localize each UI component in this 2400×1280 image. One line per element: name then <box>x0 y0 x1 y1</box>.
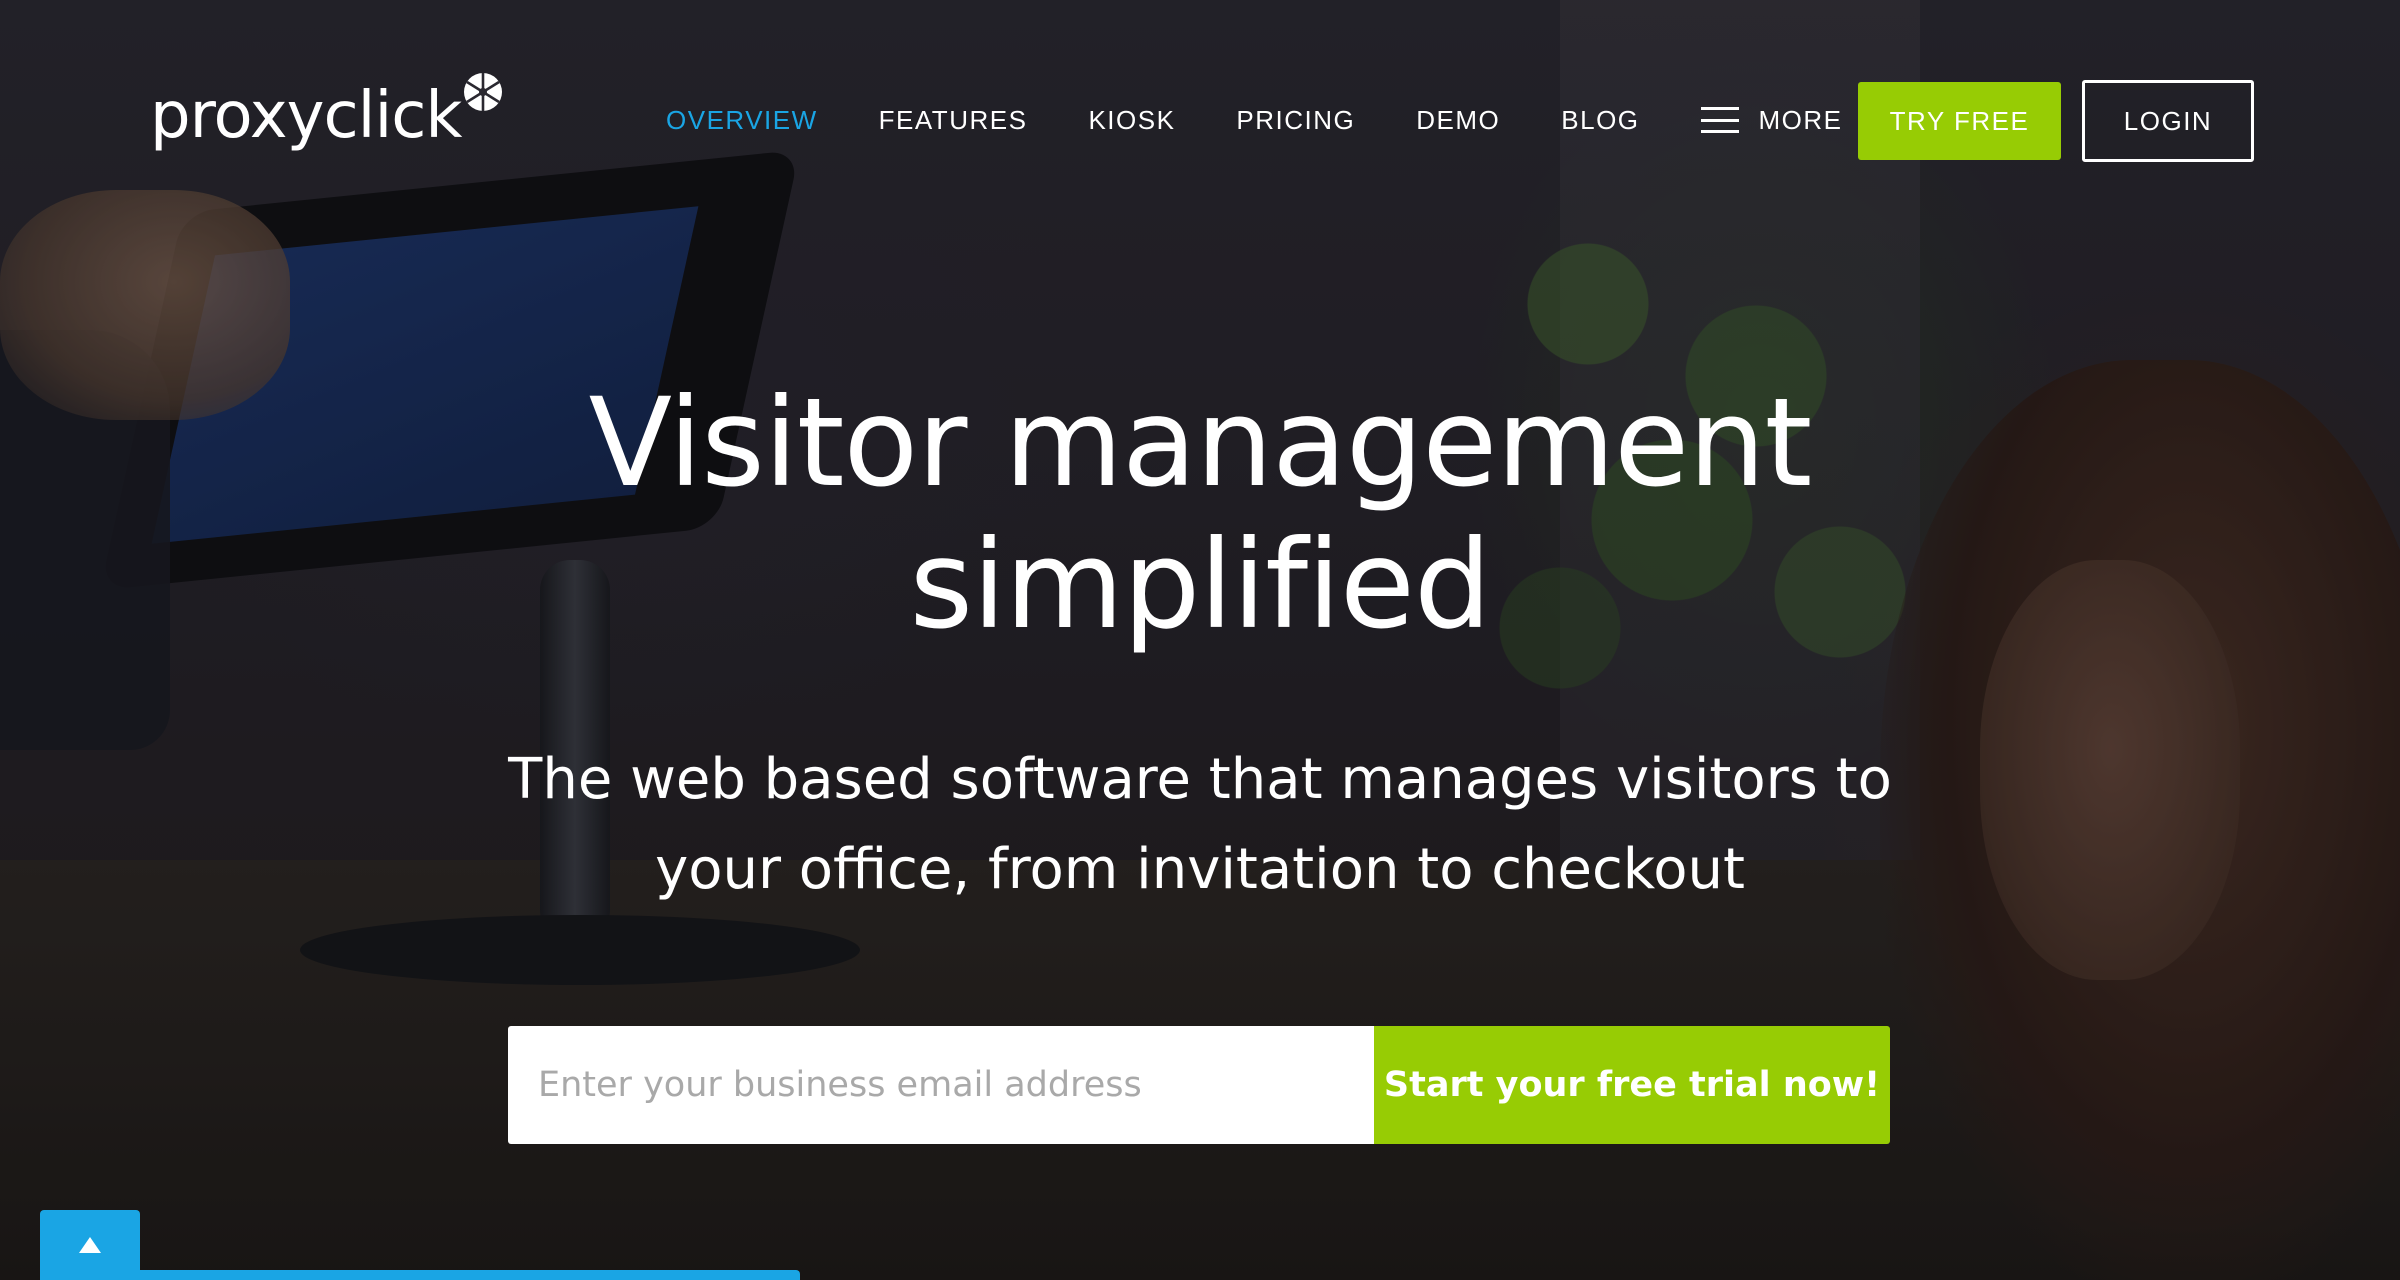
hero-section: proxyclick OVERVIEW FEATURES KIOSK PRICI… <box>0 0 2400 1280</box>
headline-line-2: simplified <box>909 514 1492 656</box>
triangle-up-icon <box>79 1237 101 1253</box>
signup-form: Start your free trial now! <box>508 1026 1890 1144</box>
hero-content: Visitor management simplified The web ba… <box>0 0 2400 1280</box>
hero-subheading: The web based software that manages visi… <box>460 735 1940 915</box>
headline-line-1: Visitor management <box>588 372 1813 514</box>
subhead-line-2: your office, from invitation to checkout <box>655 837 1745 902</box>
hero-headline: Visitor management simplified <box>300 372 2100 656</box>
subhead-line-1: The web based software that manages visi… <box>508 747 1892 812</box>
start-trial-button[interactable]: Start your free trial now! <box>1374 1026 1890 1144</box>
bottom-widget-bar[interactable] <box>40 1270 800 1280</box>
email-input[interactable] <box>508 1026 1374 1144</box>
